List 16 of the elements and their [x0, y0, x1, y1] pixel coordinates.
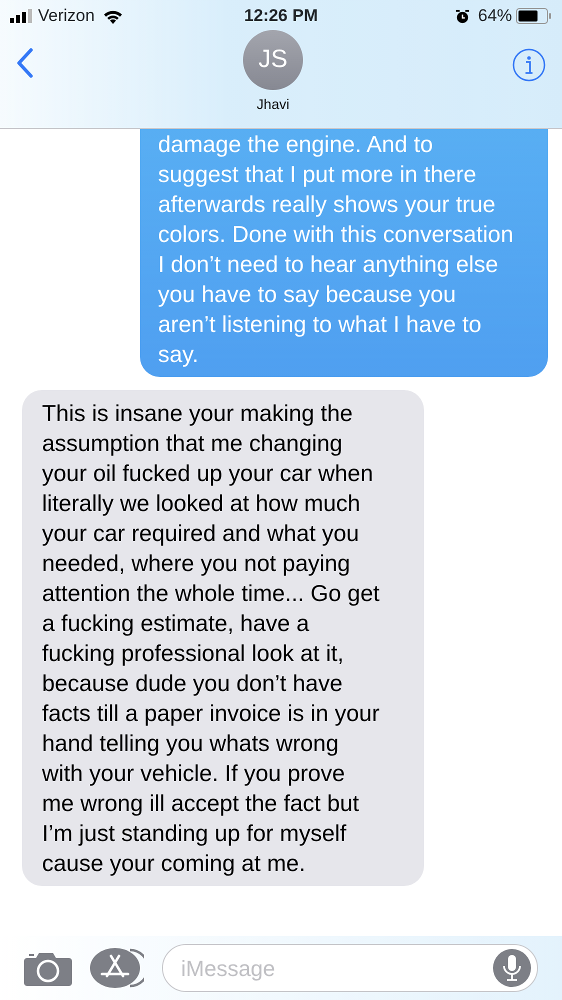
app-store-icon[interactable]: [90, 948, 144, 988]
alarm-icon: [454, 8, 470, 24]
camera-icon[interactable]: [24, 950, 72, 986]
microphone-icon[interactable]: [493, 949, 531, 987]
wifi-icon: [102, 8, 123, 24]
battery-percent: 64%: [478, 5, 512, 28]
carrier-name: Verizon: [38, 5, 95, 28]
message-bar[interactable]: iMessage: [162, 944, 538, 992]
signal-icon: [10, 9, 34, 23]
received-message: This is insane your making the assumption that me changing your oil fucked up your car when literally we looked at how much your car required and what you needed, where you not paying attention the whole time... Go get a fucking estimate, have a fucking professional look at it, because dude you don’t have facts till a paper invoice is in your hand telling you whats wrong with your vehicle. If you prove me wrong ill accept the fact but I’m just standing up for myself cause your coming at me.: [22, 390, 424, 886]
info-icon[interactable]: [512, 48, 546, 82]
clock-time: 12:26 PM: [244, 5, 318, 28]
sent-message: damage the engine. And to suggest that I put more in there afterwards really shows your true colors. Done with this conversation I don’t need to hear anything else you have to say because you aren’t listening to what I have to say.: [140, 129, 548, 377]
battery-icon: [516, 8, 552, 24]
back-icon[interactable]: [16, 48, 34, 78]
contact-name[interactable]: Jhavi: [256, 94, 290, 115]
